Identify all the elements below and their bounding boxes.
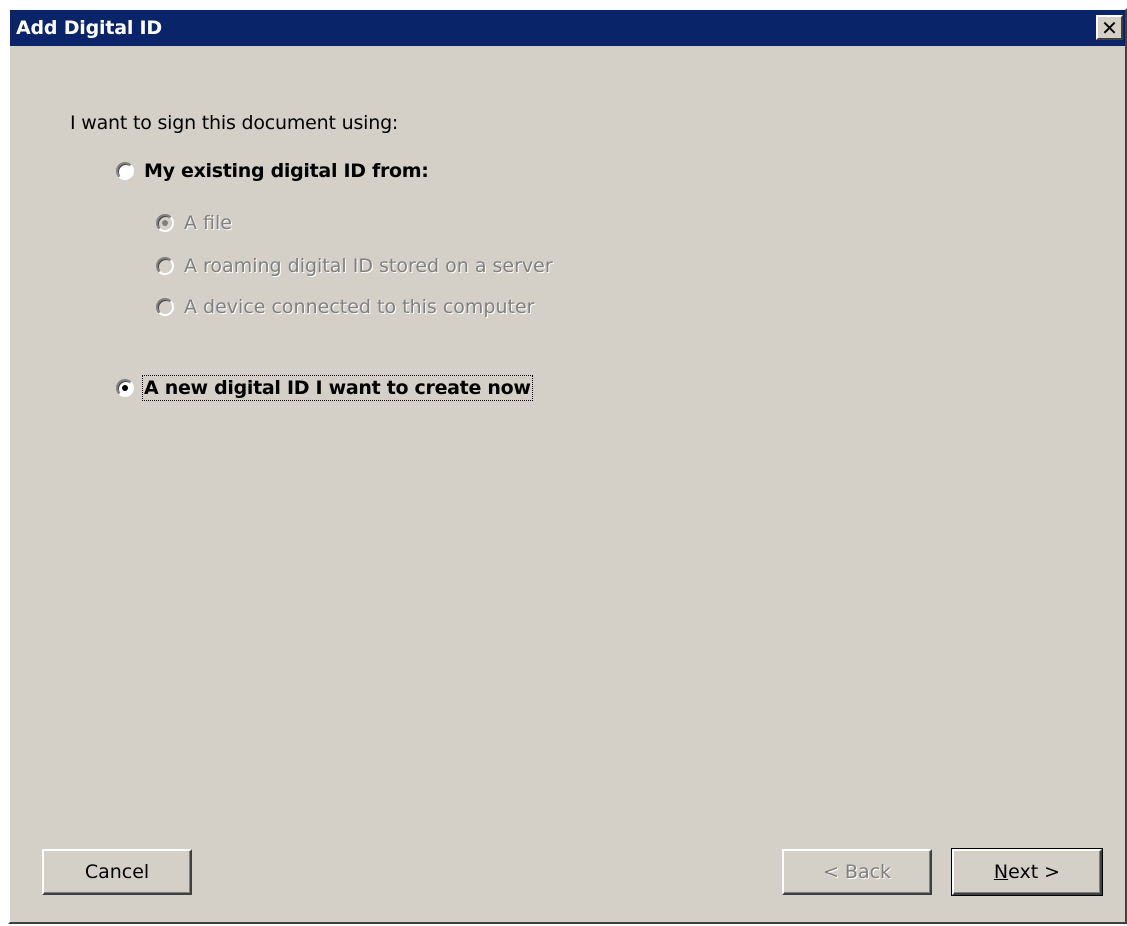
radio-device-label: A device connected to this computer <box>184 296 535 318</box>
add-digital-id-dialog: Add Digital ID ✕ I want to sign this doc… <box>8 8 1127 924</box>
next-button-mnemonic: N <box>993 861 1009 883</box>
next-button-label: ext > <box>1008 861 1061 883</box>
radio-device[interactable]: A device connected to this computer <box>156 296 534 318</box>
radio-roaming-id-label: A roaming digital ID stored on a server <box>184 255 553 277</box>
intro-label: I want to sign this document using: <box>70 112 399 134</box>
radio-a-file[interactable]: A file <box>156 212 232 234</box>
radio-roaming-id[interactable]: A roaming digital ID stored on a server <box>156 255 553 277</box>
close-button[interactable]: ✕ <box>1096 15 1123 40</box>
radio-existing-digital-id[interactable]: My existing digital ID from: <box>116 160 429 182</box>
radio-a-file-indicator[interactable] <box>156 214 174 232</box>
radio-new-label: A new digital ID I want to create now <box>142 375 533 401</box>
radio-new-digital-id[interactable]: A new digital ID I want to create now <box>116 375 533 401</box>
window-title: Add Digital ID <box>16 17 162 39</box>
radio-roaming-id-indicator[interactable] <box>156 257 174 275</box>
radio-a-file-label: A file <box>184 212 232 234</box>
radio-device-indicator[interactable] <box>156 298 174 316</box>
radio-existing-label: My existing digital ID from: <box>144 160 429 182</box>
next-button[interactable]: Next > <box>951 848 1103 896</box>
back-button[interactable]: < Back <box>782 849 932 895</box>
title-bar[interactable]: Add Digital ID ✕ <box>10 10 1125 46</box>
radio-existing-indicator[interactable] <box>116 162 134 180</box>
close-icon: ✕ <box>1101 15 1118 40</box>
radio-new-indicator[interactable] <box>116 379 134 397</box>
cancel-button[interactable]: Cancel <box>42 849 192 895</box>
